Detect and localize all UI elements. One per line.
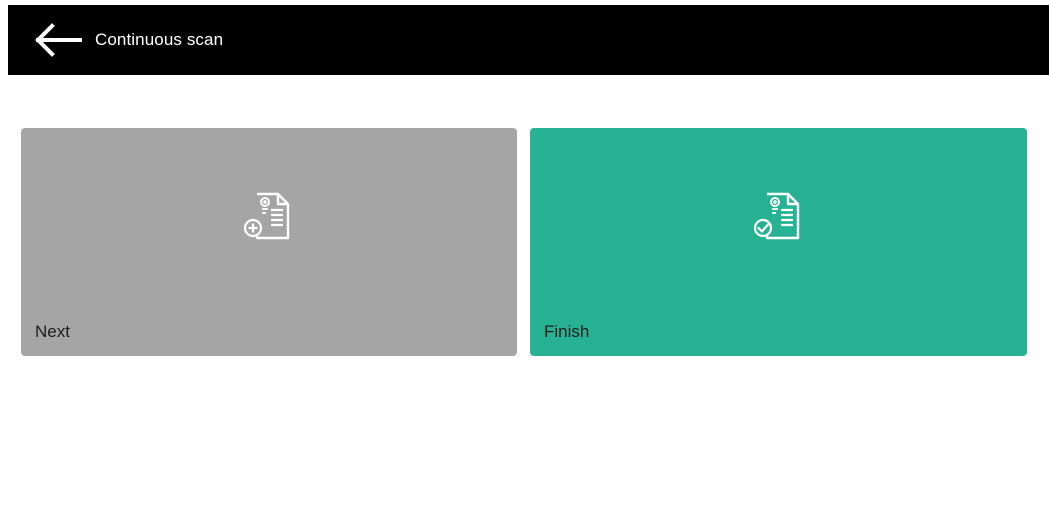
next-button[interactable]: Next — [21, 128, 517, 356]
back-button[interactable] — [22, 5, 92, 75]
left-gutter — [0, 0, 8, 514]
arrow-left-icon — [35, 23, 82, 57]
document-check-icon — [753, 192, 799, 240]
continuous-scan-screen: Continuous scan Next Finish — [0, 0, 1049, 514]
document-add-icon — [243, 192, 290, 240]
title-bar: Continuous scan — [8, 5, 1049, 75]
page-title: Continuous scan — [95, 30, 224, 49]
next-label: Next — [35, 322, 70, 341]
finish-button[interactable]: Finish — [530, 128, 1027, 356]
finish-label: Finish — [544, 322, 590, 341]
